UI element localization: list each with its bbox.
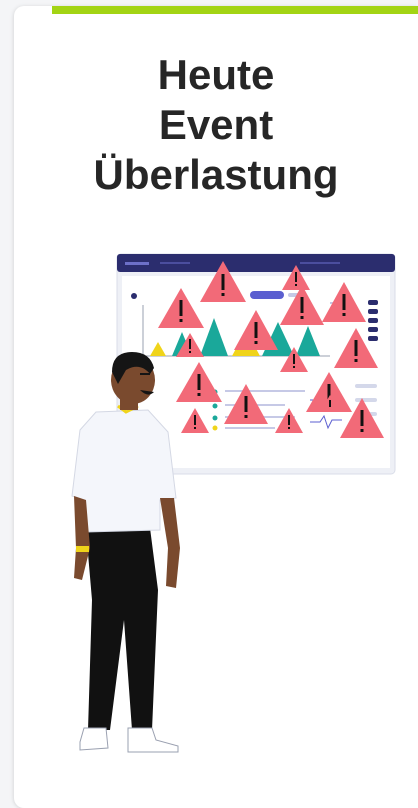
- overload-illustration: [71, 253, 396, 753]
